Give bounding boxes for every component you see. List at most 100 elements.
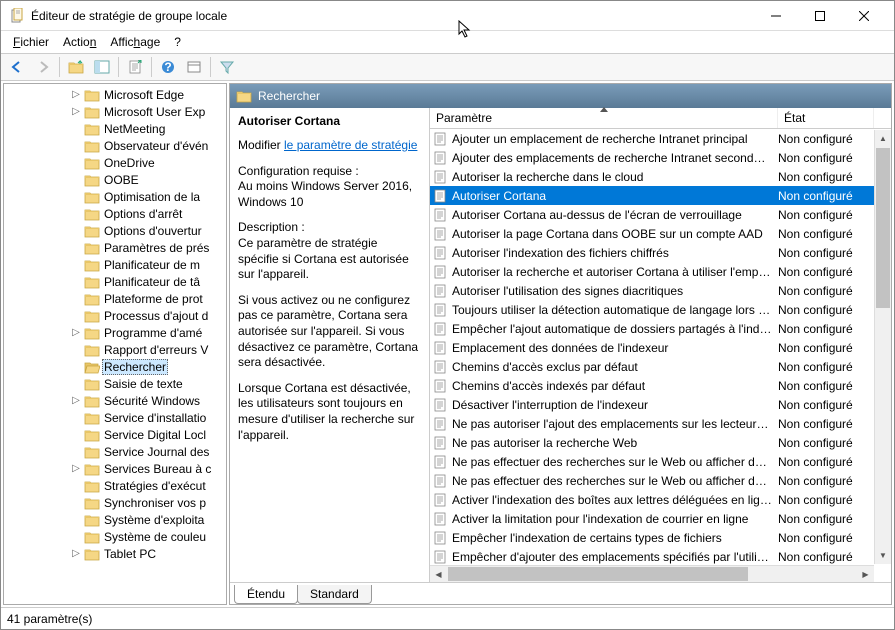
properties-button[interactable] bbox=[182, 56, 206, 78]
tree-item[interactable]: Service d'installatio bbox=[4, 409, 226, 426]
setting-state: Non configuré bbox=[778, 303, 874, 317]
expand-icon[interactable]: ▷ bbox=[70, 327, 82, 338]
expand-icon[interactable]: ▷ bbox=[70, 106, 82, 117]
setting-state: Non configuré bbox=[778, 227, 874, 241]
tree-item[interactable]: ▷Microsoft Edge bbox=[4, 86, 226, 103]
list-body[interactable]: Ajouter un emplacement de recherche Intr… bbox=[430, 129, 874, 565]
scroll-right-button[interactable]: ▶ bbox=[857, 566, 874, 582]
expand-icon[interactable]: ▷ bbox=[70, 89, 82, 100]
tree-item[interactable]: NetMeeting bbox=[4, 120, 226, 137]
tab-standard[interactable]: Standard bbox=[297, 585, 372, 604]
minimize-button[interactable] bbox=[754, 2, 798, 30]
tree-item[interactable]: ▷Services Bureau à c bbox=[4, 460, 226, 477]
list-row[interactable]: Autoriser CortanaNon configuré bbox=[430, 186, 874, 205]
list-row[interactable]: Ne pas autoriser l'ajout des emplacement… bbox=[430, 414, 874, 433]
nav-tree[interactable]: ▷Microsoft Edge▷Microsoft User ExpNetMee… bbox=[3, 83, 227, 605]
scroll-thumb[interactable] bbox=[448, 567, 748, 581]
tree-item[interactable]: Processus d'ajout d bbox=[4, 307, 226, 324]
list-row[interactable]: Désactiver l'interruption de l'indexeurN… bbox=[430, 395, 874, 414]
maximize-button[interactable] bbox=[798, 2, 842, 30]
list-row[interactable]: Empêcher l'ajout automatique de dossiers… bbox=[430, 319, 874, 338]
tab-extended[interactable]: Étendu bbox=[234, 585, 298, 604]
tree-item[interactable]: ▷Microsoft User Exp bbox=[4, 103, 226, 120]
column-parameter[interactable]: Paramètre bbox=[430, 108, 778, 128]
list-row[interactable]: Ne pas autoriser la recherche WebNon con… bbox=[430, 433, 874, 452]
folder-icon bbox=[84, 309, 100, 323]
scroll-up-button[interactable]: ▲ bbox=[875, 130, 891, 147]
expand-icon[interactable]: ▷ bbox=[70, 395, 82, 406]
horizontal-scrollbar[interactable]: ◀ ▶ bbox=[430, 565, 874, 582]
folder-icon bbox=[84, 258, 100, 272]
menu-action[interactable]: Action bbox=[57, 33, 102, 51]
help-button[interactable]: ? bbox=[156, 56, 180, 78]
tree-item[interactable]: Synchroniser vos p bbox=[4, 494, 226, 511]
edit-policy-link[interactable]: le paramètre de stratégie bbox=[284, 138, 417, 152]
folder-icon bbox=[84, 530, 100, 544]
tree-item[interactable]: ▷Tablet PC bbox=[4, 545, 226, 562]
tree-item[interactable]: Paramètres de prés bbox=[4, 239, 226, 256]
list-row[interactable]: Activer la limitation pour l'indexation … bbox=[430, 509, 874, 528]
scroll-down-button[interactable]: ▼ bbox=[875, 547, 891, 564]
list-row[interactable]: Autoriser la recherche dans le cloudNon … bbox=[430, 167, 874, 186]
column-state[interactable]: État bbox=[778, 108, 874, 128]
setting-name: Autoriser la page Cortana dans OOBE sur … bbox=[452, 227, 778, 241]
scroll-thumb[interactable] bbox=[876, 148, 890, 308]
show-hide-tree-button[interactable] bbox=[90, 56, 114, 78]
list-row[interactable]: Autoriser l'utilisation des signes diacr… bbox=[430, 281, 874, 300]
setting-name: Activer l'indexation des boîtes aux lett… bbox=[452, 493, 778, 507]
list-row[interactable]: Empêcher d'ajouter des emplacements spéc… bbox=[430, 547, 874, 565]
tree-item[interactable]: OneDrive bbox=[4, 154, 226, 171]
tree-item[interactable]: Plateforme de prot bbox=[4, 290, 226, 307]
setting-icon bbox=[432, 303, 448, 317]
scroll-left-button[interactable]: ◀ bbox=[430, 566, 447, 582]
filter-button[interactable] bbox=[215, 56, 239, 78]
list-row[interactable]: Autoriser la page Cortana dans OOBE sur … bbox=[430, 224, 874, 243]
menu-file[interactable]: Fichier bbox=[7, 33, 55, 51]
tree-item[interactable]: Rapport d'erreurs V bbox=[4, 341, 226, 358]
forward-button[interactable] bbox=[31, 56, 55, 78]
tree-item[interactable]: Planificateur de m bbox=[4, 256, 226, 273]
export-button[interactable] bbox=[123, 56, 147, 78]
list-row[interactable]: Ajouter un emplacement de recherche Intr… bbox=[430, 129, 874, 148]
list-row[interactable]: Ajouter des emplacements de recherche In… bbox=[430, 148, 874, 167]
tree-item[interactable]: Service Journal des bbox=[4, 443, 226, 460]
setting-icon bbox=[432, 189, 448, 203]
tree-item[interactable]: ▷Programme d'amé bbox=[4, 324, 226, 341]
tree-item[interactable]: Saisie de texte bbox=[4, 375, 226, 392]
list-row[interactable]: Emplacement des données de l'indexeurNon… bbox=[430, 338, 874, 357]
tree-item[interactable]: Options d'arrêt bbox=[4, 205, 226, 222]
tree-item[interactable]: Stratégies d'exécut bbox=[4, 477, 226, 494]
back-button[interactable] bbox=[5, 56, 29, 78]
list-row[interactable]: Autoriser la recherche et autoriser Cort… bbox=[430, 262, 874, 281]
list-row[interactable]: Empêcher l'indexation de certains types … bbox=[430, 528, 874, 547]
tree-item[interactable]: Service Digital Locl bbox=[4, 426, 226, 443]
up-button[interactable] bbox=[64, 56, 88, 78]
menu-help[interactable]: ? bbox=[168, 33, 187, 51]
expand-icon[interactable]: ▷ bbox=[70, 463, 82, 474]
tree-item[interactable]: Observateur d'évén bbox=[4, 137, 226, 154]
vertical-scrollbar[interactable]: ▲ ▼ bbox=[874, 130, 891, 564]
list-row[interactable]: Ne pas effectuer des recherches sur le W… bbox=[430, 452, 874, 471]
list-row[interactable]: Activer l'indexation des boîtes aux lett… bbox=[430, 490, 874, 509]
folder-icon bbox=[84, 496, 100, 510]
list-row[interactable]: Autoriser l'indexation des fichiers chif… bbox=[430, 243, 874, 262]
tree-item[interactable]: OOBE bbox=[4, 171, 226, 188]
expand-icon[interactable]: ▷ bbox=[70, 548, 82, 559]
tree-item[interactable]: ▷Sécurité Windows bbox=[4, 392, 226, 409]
tree-item[interactable]: Système de couleu bbox=[4, 528, 226, 545]
tree-item[interactable]: Système d'exploita bbox=[4, 511, 226, 528]
list-row[interactable]: Chemins d'accès exclus par défautNon con… bbox=[430, 357, 874, 376]
tree-item[interactable]: Planificateur de tâ bbox=[4, 273, 226, 290]
list-row[interactable]: Toujours utiliser la détection automatiq… bbox=[430, 300, 874, 319]
tree-item[interactable]: Options d'ouvertur bbox=[4, 222, 226, 239]
list-row[interactable]: Ne pas effectuer des recherches sur le W… bbox=[430, 471, 874, 490]
tree-item[interactable]: Optimisation de la bbox=[4, 188, 226, 205]
menu-view[interactable]: Affichage bbox=[104, 33, 166, 51]
close-button[interactable] bbox=[842, 2, 886, 30]
settings-list: Paramètre État Ajouter un emplacement de… bbox=[430, 108, 891, 582]
setting-name: Chemins d'accès exclus par défaut bbox=[452, 360, 778, 374]
list-row[interactable]: Chemins d'accès indexés par défautNon co… bbox=[430, 376, 874, 395]
list-row[interactable]: Autoriser Cortana au-dessus de l'écran d… bbox=[430, 205, 874, 224]
tree-item[interactable]: Rechercher bbox=[4, 358, 226, 375]
menubar: Fichier Action Affichage ? bbox=[1, 31, 894, 53]
